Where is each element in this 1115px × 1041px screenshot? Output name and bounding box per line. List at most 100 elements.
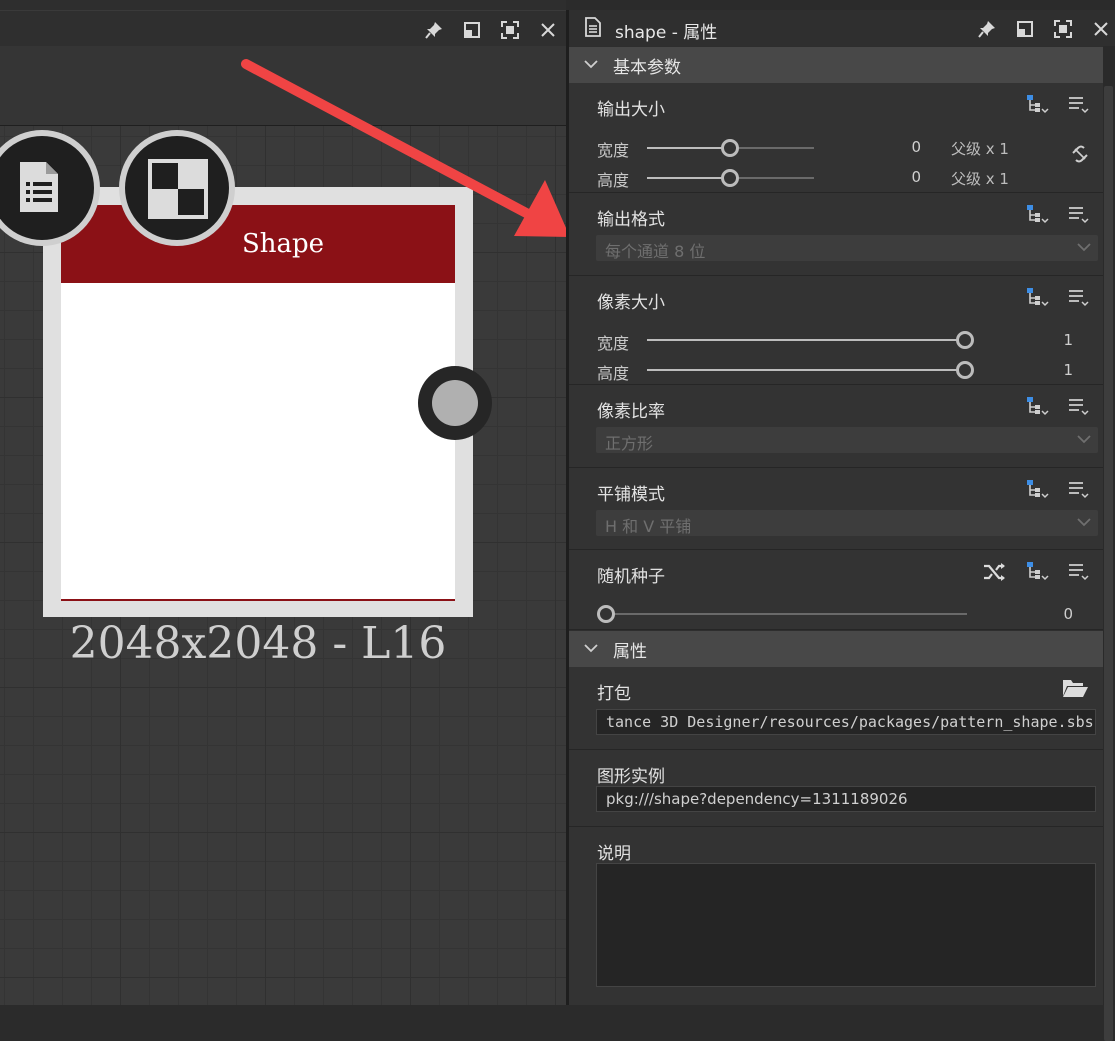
seed-slider-thumb[interactable] xyxy=(597,605,615,623)
shuffle-icon[interactable] xyxy=(981,560,1009,584)
scrollbar-track[interactable] xyxy=(1103,46,1115,1041)
width-slider-fill xyxy=(647,147,730,149)
prop-label: 输出大小 xyxy=(597,100,665,120)
width-label: 宽度 xyxy=(597,334,630,353)
prop-icons xyxy=(1023,203,1093,227)
package-path-field[interactable]: tance 3D Designer/resources/packages/pat… xyxy=(596,709,1096,735)
chevron-down-icon xyxy=(1076,238,1092,260)
scrollbar-thumb[interactable] xyxy=(1104,86,1113,1041)
prop-label: 打包 xyxy=(597,684,631,704)
height-slider-thumb[interactable] xyxy=(956,361,974,379)
properties-titlebar: shape - 属性 xyxy=(569,10,1115,46)
height-slider-fill xyxy=(647,177,730,179)
field-value: pkg:///shape?dependency=1311189026 xyxy=(606,790,908,808)
prop-graph-instance: 图形实例 pkg:///shape?dependency=1311189026 xyxy=(569,750,1103,827)
width-value[interactable]: 1 xyxy=(1033,331,1073,349)
chevron-down-icon xyxy=(1076,430,1092,452)
prop-tiling-mode: 平铺模式 H 和 V 平铺 xyxy=(569,468,1103,550)
close-icon[interactable] xyxy=(536,19,560,41)
prop-package: 打包 tance 3D Designer/resources/packages/… xyxy=(569,667,1103,750)
node-type-badge xyxy=(119,130,235,246)
width-slider-fill[interactable] xyxy=(647,339,963,341)
graph-instance-field[interactable]: pkg:///shape?dependency=1311189026 xyxy=(596,786,1096,812)
inheritance-icon[interactable] xyxy=(1023,395,1051,419)
width-slider-thumb[interactable] xyxy=(956,331,974,349)
height-slider-fill[interactable] xyxy=(647,369,963,371)
graph-view-panel: Shape 2048x2048 - L16 xyxy=(0,0,566,1005)
menu-icon[interactable] xyxy=(1065,478,1093,502)
graph-panel-title-icons xyxy=(422,19,560,41)
width-label: 宽度 xyxy=(597,141,630,160)
inheritance-icon[interactable] xyxy=(1023,286,1051,310)
chevron-down-icon xyxy=(569,641,613,657)
height-value[interactable]: 0 xyxy=(881,168,921,186)
menu-icon[interactable] xyxy=(1065,203,1093,227)
height-slider-thumb[interactable] xyxy=(721,169,739,187)
prop-label: 随机种子 xyxy=(597,567,665,587)
inheritance-icon[interactable] xyxy=(1023,203,1051,227)
properties-title-icons xyxy=(975,18,1113,40)
prop-label: 平铺模式 xyxy=(597,485,665,505)
height-label: 高度 xyxy=(597,364,630,383)
tiling-mode-dropdown[interactable]: H 和 V 平铺 xyxy=(596,510,1098,536)
float-window-icon[interactable] xyxy=(1013,18,1037,40)
graph-toolbar xyxy=(0,46,566,126)
dropdown-value: H 和 V 平铺 xyxy=(605,517,692,536)
prop-label: 说明 xyxy=(597,844,631,864)
prop-label: 像素比率 xyxy=(597,402,665,422)
prop-random-seed: 随机种子 0 xyxy=(569,550,1103,630)
menu-icon[interactable] xyxy=(1065,286,1093,310)
output-port-icon xyxy=(432,380,478,426)
menu-icon[interactable] xyxy=(1065,395,1093,419)
width-parent: 父级 x 1 xyxy=(951,140,1009,158)
prop-icons xyxy=(1023,93,1093,117)
section-attributes[interactable]: 属性 xyxy=(569,631,1103,667)
menu-icon[interactable] xyxy=(1065,93,1093,117)
pin-icon[interactable] xyxy=(422,19,446,41)
properties-panel: shape - 属性 基本参数 输出大小 宽度 0 父级 x 1 高度 0 父级… xyxy=(566,10,1115,1041)
section-basic-parameters[interactable]: 基本参数 xyxy=(569,47,1103,83)
inheritance-icon[interactable] xyxy=(1023,560,1051,584)
node-output-connector[interactable] xyxy=(418,366,492,440)
properties-title: shape - 属性 xyxy=(615,23,718,43)
seed-slider-track[interactable] xyxy=(605,613,967,615)
prop-pixel-ratio: 像素比率 正方形 xyxy=(569,385,1103,468)
pin-icon[interactable] xyxy=(975,18,999,40)
width-value[interactable]: 0 xyxy=(881,138,921,156)
prop-icons xyxy=(981,560,1093,584)
float-window-icon[interactable] xyxy=(460,19,484,41)
close-icon[interactable] xyxy=(1089,18,1113,40)
prop-output-size: 输出大小 宽度 0 父级 x 1 高度 0 父级 x 1 xyxy=(569,83,1103,193)
graph-panel-titlebar xyxy=(0,10,566,47)
dropdown-value: 每个通道 8 位 xyxy=(605,242,706,261)
field-value: tance 3D Designer/resources/packages/pat… xyxy=(606,713,1094,731)
height-value[interactable]: 1 xyxy=(1033,361,1073,379)
prop-label: 像素大小 xyxy=(597,293,665,313)
dropdown-value: 正方形 xyxy=(605,434,654,453)
node-title: Shape xyxy=(241,229,325,259)
prop-icons xyxy=(1023,286,1093,310)
maximize-icon[interactable] xyxy=(1051,18,1075,40)
maximize-icon[interactable] xyxy=(498,19,522,41)
prop-output-format: 输出格式 每个通道 8 位 xyxy=(569,193,1103,276)
output-format-dropdown[interactable]: 每个通道 8 位 xyxy=(596,235,1098,261)
seed-value[interactable]: 0 xyxy=(1033,605,1073,623)
prop-label: 输出格式 xyxy=(597,210,665,230)
menu-icon[interactable] xyxy=(1065,560,1093,584)
height-label: 高度 xyxy=(597,171,630,190)
chevron-down-icon xyxy=(569,57,613,73)
prop-icons xyxy=(1023,395,1093,419)
height-parent: 父级 x 1 xyxy=(951,170,1009,188)
document-icon xyxy=(585,17,601,37)
pixel-ratio-dropdown[interactable]: 正方形 xyxy=(596,427,1098,453)
width-slider-thumb[interactable] xyxy=(721,139,739,157)
prop-icons xyxy=(1023,478,1093,502)
link-unlink-icon[interactable] xyxy=(1069,143,1091,169)
document-icon xyxy=(20,162,58,212)
inheritance-icon[interactable] xyxy=(1023,93,1051,117)
node-thumbnail xyxy=(61,283,455,601)
checker-pattern-icon xyxy=(148,159,208,219)
description-textarea[interactable] xyxy=(596,863,1096,987)
inheritance-icon[interactable] xyxy=(1023,478,1051,502)
folder-open-icon[interactable] xyxy=(1061,677,1089,703)
